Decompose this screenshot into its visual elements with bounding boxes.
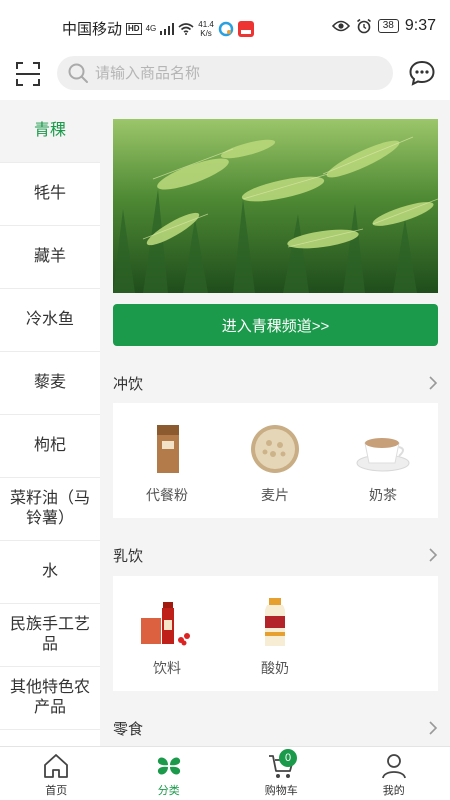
beverage-image xyxy=(141,602,190,646)
sidebar-item-cold-water-fish[interactable]: 冷水鱼 xyxy=(0,289,100,352)
enter-channel-button[interactable]: 进入青稞频道>> xyxy=(113,304,438,346)
nav-label: 首页 xyxy=(45,785,68,797)
network-type: 4G xyxy=(145,24,157,33)
nav-home[interactable]: 首页 xyxy=(0,747,113,800)
sidebar-item-yak[interactable]: 牦牛 xyxy=(0,163,100,226)
nav-label: 购物车 xyxy=(264,785,298,797)
home-icon xyxy=(44,754,69,778)
status-bar: 中国移动 HD 4G 41.4 K/s 38 9:37 xyxy=(0,0,450,52)
hd-badge: HD xyxy=(126,22,142,35)
product-name: 代餐粉 xyxy=(146,487,188,503)
nav-label: 分类 xyxy=(157,785,180,797)
product-oatmeal[interactable]: 麦片 xyxy=(221,403,329,518)
milk-tea-image xyxy=(356,438,410,472)
oatmeal-image xyxy=(251,425,299,473)
battery-level: 38 xyxy=(377,19,399,33)
category-content: 进入青稞频道>> 冲饮 代餐粉 麦片 奶茶 乳饮 饮料 酸奶 零食 xyxy=(100,100,450,746)
section-header-snacks[interactable]: 零食 xyxy=(113,716,438,740)
sidebar-item-rapeseed-oil[interactable]: 菜籽油（马铃薯） xyxy=(0,478,100,541)
section-title: 冲饮 xyxy=(113,375,144,393)
eye-icon xyxy=(331,20,350,32)
product-name: 麦片 xyxy=(261,487,289,503)
scan-icon[interactable] xyxy=(14,60,42,88)
search-input[interactable] xyxy=(95,64,375,82)
search-icon xyxy=(68,63,88,83)
section-title: 乳饮 xyxy=(113,547,144,565)
bottom-navigation: 首页 分类 购物车 我的 0 xyxy=(0,746,450,800)
speed-unit: K/s xyxy=(200,28,212,38)
carrier-name: 中国移动 xyxy=(62,21,123,38)
alarm-icon xyxy=(356,18,371,34)
header xyxy=(0,52,450,100)
sidebar-item-water[interactable]: 水 xyxy=(0,541,100,604)
section-products-instant-drinks: 代餐粉 麦片 奶茶 xyxy=(113,403,438,518)
category-icon xyxy=(157,757,180,775)
sidebar-item-handicrafts[interactable]: 民族手工艺品 xyxy=(0,604,100,667)
product-milk-tea[interactable]: 奶茶 xyxy=(329,403,437,518)
product-meal-powder[interactable]: 代餐粉 xyxy=(113,403,221,518)
sidebar-item-other-products[interactable]: 其他特色农产品 xyxy=(0,667,100,730)
message-icon[interactable] xyxy=(408,59,436,87)
nav-label: 我的 xyxy=(382,785,405,797)
search-bar[interactable] xyxy=(57,56,393,90)
section-title: 零食 xyxy=(113,720,144,738)
sidebar-item-quinoa[interactable]: 藜麦 xyxy=(0,352,100,415)
highland-barley-banner[interactable] xyxy=(113,119,438,293)
status-left: 中国移动 HD 4G 41.4 K/s xyxy=(62,18,254,39)
yogurt-image xyxy=(265,598,285,646)
chevron-right-icon xyxy=(429,376,438,390)
product-name: 饮料 xyxy=(153,660,181,676)
section-products-dairy-drinks: 饮料 酸奶 xyxy=(113,576,438,691)
chevron-right-icon xyxy=(429,721,438,735)
sidebar-item-goji[interactable]: 枸杞 xyxy=(0,415,100,478)
section-header-dairy-drinks[interactable]: 乳饮 xyxy=(113,543,438,567)
nav-category[interactable]: 分类 xyxy=(113,747,226,800)
product-yogurt[interactable]: 酸奶 xyxy=(221,576,329,691)
sidebar-item-tibetan-sheep[interactable]: 藏羊 xyxy=(0,226,100,289)
app-badge-icon xyxy=(237,20,254,37)
nav-profile[interactable]: 我的 xyxy=(338,747,450,800)
profile-icon xyxy=(381,754,406,779)
clock: 9:37 xyxy=(404,17,436,34)
product-name: 酸奶 xyxy=(261,660,289,676)
category-sidebar: 青稞 牦牛 藏羊 冷水鱼 藜麦 枸杞 菜籽油（马铃薯） 水 民族手工艺品 其他特… xyxy=(0,100,100,746)
signal-icon xyxy=(160,22,175,35)
wifi-icon xyxy=(178,22,194,35)
network-speed: 41.4 K/s xyxy=(198,20,214,38)
meal-powder-image xyxy=(157,425,179,473)
chevron-right-icon xyxy=(429,548,438,562)
status-right: 38 9:37 xyxy=(331,17,436,35)
speed-value: 41.4 xyxy=(198,19,214,29)
product-beverage[interactable]: 饮料 xyxy=(113,576,221,691)
sidebar-item-highland-barley[interactable]: 青稞 xyxy=(0,100,100,163)
cart-count-badge: 0 xyxy=(279,749,297,767)
app-notification-icon xyxy=(218,21,234,36)
product-name: 奶茶 xyxy=(369,487,397,503)
section-header-instant-drinks[interactable]: 冲饮 xyxy=(113,371,438,395)
